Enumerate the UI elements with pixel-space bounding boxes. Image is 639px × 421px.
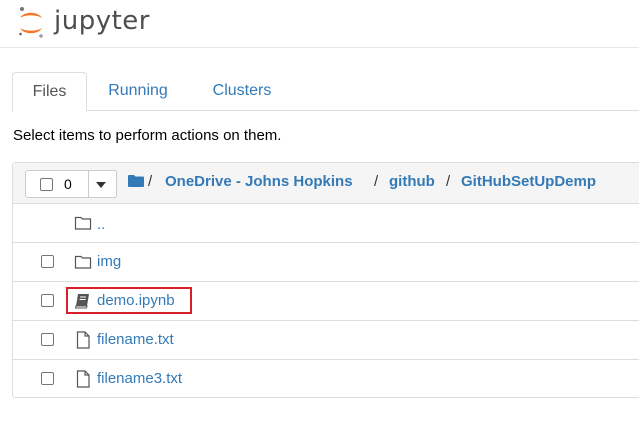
selection-hint: Select items to perform actions on them.: [13, 127, 282, 144]
row-checkbox[interactable]: [41, 333, 54, 346]
list-item-name[interactable]: img: [97, 253, 121, 270]
list-item-img[interactable]: img: [13, 243, 639, 282]
tab-running[interactable]: Running: [97, 72, 179, 110]
folder-icon: [74, 216, 92, 230]
row-checkbox[interactable]: [41, 372, 54, 385]
header: jupyter: [0, 0, 639, 48]
selected-count: 0: [64, 176, 72, 192]
tab-clusters[interactable]: Clusters: [202, 72, 282, 110]
folder-icon[interactable]: [128, 175, 144, 187]
chevron-down-icon[interactable]: [96, 182, 106, 188]
notebook-icon: [74, 294, 89, 309]
list-item-name[interactable]: ..: [97, 216, 105, 233]
jupyter-logo-text: jupyter: [54, 6, 150, 36]
row-checkbox[interactable]: [41, 294, 54, 307]
file-list-toolbar: 0 / OneDrive - Johns Hopkins / github / …: [13, 163, 639, 204]
jupyter-logo[interactable]: jupyter: [17, 5, 157, 41]
list-item-name[interactable]: demo.ipynb: [97, 292, 175, 309]
list-item-name[interactable]: filename.txt: [97, 331, 174, 348]
list-item-filename3-txt[interactable]: filename3.txt: [13, 360, 639, 398]
tab-files[interactable]: Files: [12, 72, 87, 112]
folder-icon: [74, 255, 92, 269]
breadcrumb-separator: /: [374, 173, 379, 190]
file-list-panel: 0 / OneDrive - Johns Hopkins / github / …: [12, 162, 639, 398]
list-item-filename-txt[interactable]: filename.txt: [13, 321, 639, 360]
list-item-parent[interactable]: ..: [13, 204, 639, 243]
breadcrumb-separator: /: [148, 173, 153, 190]
breadcrumb-github[interactable]: github: [389, 173, 435, 190]
breadcrumb-separator: /: [446, 173, 451, 190]
breadcrumb-githubsetupdemp[interactable]: GitHubSetUpDemp: [461, 173, 596, 190]
row-checkbox[interactable]: [41, 255, 54, 268]
select-all-group: 0: [25, 170, 117, 198]
breadcrumb-onedrive[interactable]: OneDrive - Johns Hopkins: [165, 173, 353, 190]
file-icon: [76, 331, 90, 349]
select-all-checkbox[interactable]: [40, 178, 53, 191]
file-icon: [76, 370, 90, 388]
list-item-demo-ipynb[interactable]: demo.ipynb: [13, 282, 639, 321]
select-all-button[interactable]: 0: [26, 171, 89, 197]
list-item-name[interactable]: filename3.txt: [97, 370, 182, 387]
tab-bar: Files Running Clusters: [12, 72, 639, 112]
jupyter-logo-icon: [19, 7, 43, 38]
